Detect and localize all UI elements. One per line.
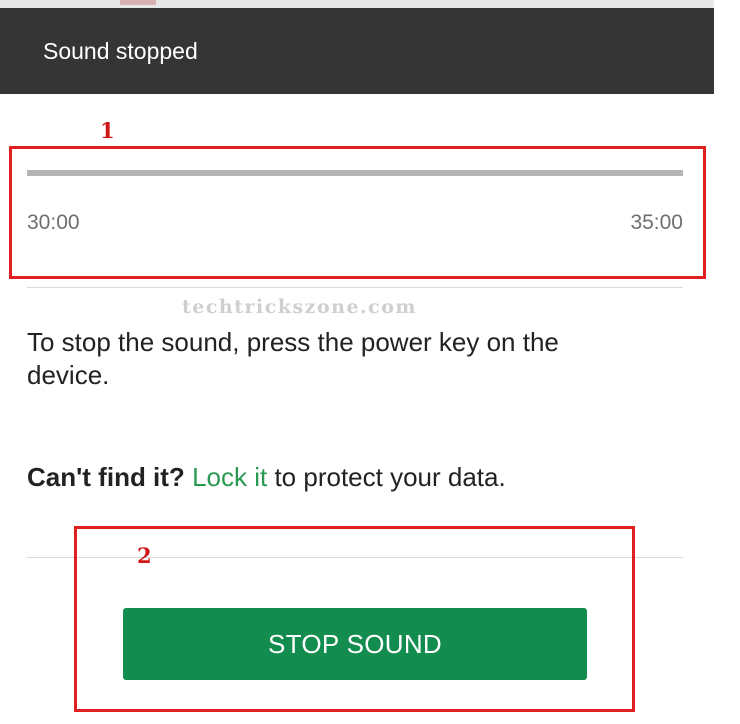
divider: [27, 287, 683, 288]
timer-end: 35:00: [630, 211, 683, 234]
annotation-label-1: 1: [100, 118, 115, 143]
lock-message: Can't find it? Lock it to protect your d…: [27, 462, 506, 492]
sound-progress-track: [27, 170, 683, 176]
map-marker-fragment: [120, 0, 156, 5]
lock-it-link[interactable]: Lock it: [192, 462, 267, 492]
lock-message-prefix: Can't find it?: [27, 462, 185, 492]
right-margin: [714, 0, 740, 724]
header-title: Sound stopped: [43, 38, 198, 64]
lock-message-suffix: to protect your data.: [274, 462, 506, 492]
timer-start: 30:00: [27, 211, 80, 234]
stop-sound-button[interactable]: STOP SOUND: [123, 608, 587, 680]
app-header: Sound stopped: [0, 8, 714, 94]
annotation-box-1: [9, 146, 706, 279]
map-strip: [0, 0, 714, 8]
instruction-text: To stop the sound, press the power key o…: [27, 327, 559, 390]
watermark-text: techtrickszone.com: [182, 296, 418, 318]
